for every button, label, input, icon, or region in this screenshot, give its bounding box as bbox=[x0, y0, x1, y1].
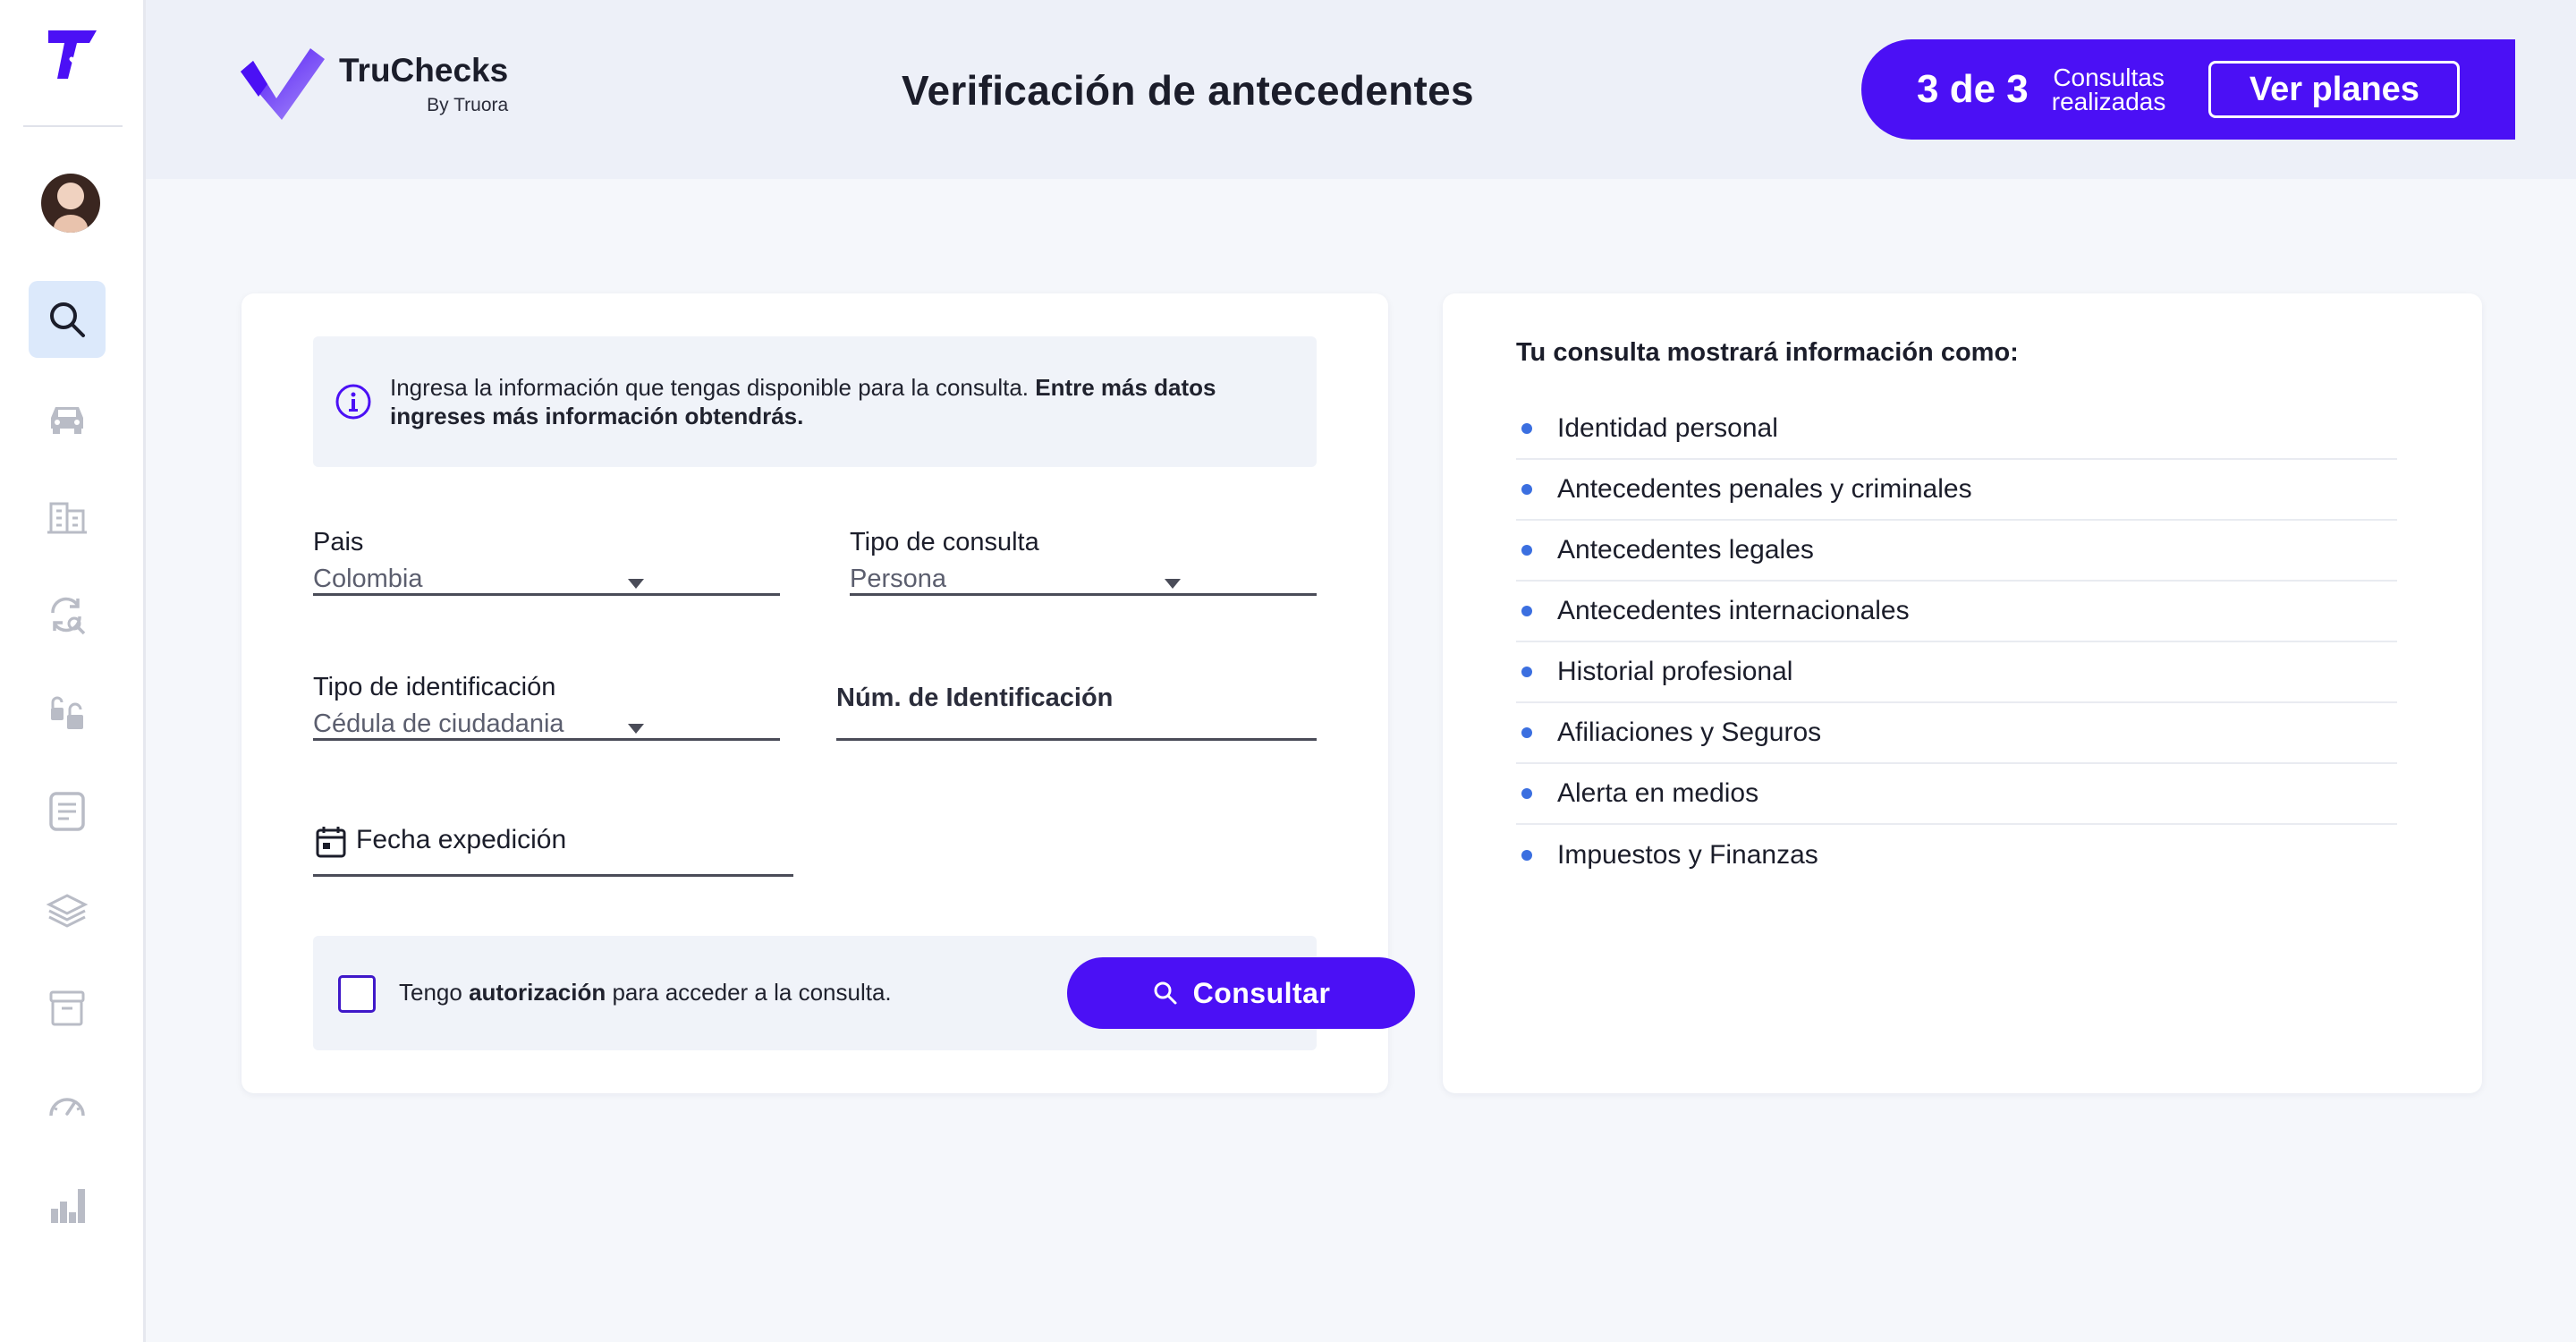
sidebar-item-recurrent[interactable] bbox=[29, 576, 106, 653]
sidebar-item-vehicles[interactable] bbox=[29, 379, 106, 456]
list-item: Alerta en medios bbox=[1516, 764, 2397, 825]
header: TruChecks By Truora Verificación de ante… bbox=[146, 0, 2576, 179]
archive-icon bbox=[49, 990, 85, 1026]
sidebar-item-archive[interactable] bbox=[29, 970, 106, 1047]
brand-subtitle: By Truora bbox=[427, 95, 509, 115]
speedometer-icon bbox=[49, 1098, 85, 1117]
results-info-list: Identidad personal Antecedentes penales … bbox=[1516, 399, 2397, 886]
chevron-down-icon bbox=[628, 724, 644, 734]
sidebar-item-reports[interactable] bbox=[29, 773, 106, 850]
list-item: Historial profesional bbox=[1516, 642, 2397, 703]
authorization-text[interactable]: Tengo autorización para acceder a la con… bbox=[399, 979, 892, 1007]
id-type-label: Tipo de identificación bbox=[313, 673, 556, 701]
chevron-down-icon bbox=[1165, 579, 1181, 589]
unlock-icon bbox=[51, 696, 83, 729]
refresh-search-icon bbox=[51, 597, 86, 635]
query-form-card: Ingresa la información que tengas dispon… bbox=[242, 293, 1415, 1093]
sidebar-item-score[interactable] bbox=[29, 1068, 106, 1145]
brand[interactable]: TruChecks By Truora bbox=[237, 45, 508, 123]
sidebar bbox=[0, 0, 146, 1342]
sidebar-divider bbox=[23, 125, 123, 127]
sidebar-item-statistics[interactable] bbox=[29, 1167, 106, 1244]
list-item: Identidad personal bbox=[1516, 399, 2397, 460]
list-item: Antecedentes legales bbox=[1516, 521, 2397, 582]
chevron-down-icon bbox=[628, 579, 644, 589]
sidebar-item-companies[interactable] bbox=[29, 478, 106, 555]
id-number-label: Núm. de Identificación bbox=[836, 684, 1114, 712]
id-number-input[interactable]: Núm. de Identificación bbox=[836, 684, 1317, 741]
issue-date-input[interactable]: Fecha expedición bbox=[313, 812, 793, 877]
sidebar-item-batch[interactable] bbox=[29, 871, 106, 948]
avatar[interactable] bbox=[41, 174, 100, 233]
query-type-value: Persona bbox=[850, 565, 947, 593]
country-select[interactable]: Pais Colombia bbox=[313, 528, 780, 596]
consult-button[interactable]: Consultar bbox=[1067, 957, 1415, 1029]
sidebar-item-search[interactable] bbox=[29, 281, 106, 358]
query-type-label: Tipo de consulta bbox=[850, 528, 1039, 556]
info-banner: Ingresa la información que tengas dispon… bbox=[313, 336, 1317, 467]
buildings-icon bbox=[47, 502, 87, 534]
info-text: Ingresa la información que tengas dispon… bbox=[390, 374, 1216, 429]
authorization-box: Tengo autorización para acceder a la con… bbox=[313, 936, 1415, 1050]
calendar-icon bbox=[316, 827, 346, 858]
id-type-select[interactable]: Tipo de identificación Cédula de ciudada… bbox=[313, 673, 780, 741]
results-info-title: Tu consulta mostrará información como: bbox=[1516, 338, 2019, 367]
sidebar-item-access[interactable] bbox=[29, 675, 106, 752]
search-icon bbox=[50, 302, 85, 337]
query-type-select[interactable]: Tipo de consulta Persona bbox=[850, 528, 1317, 596]
brand-name: TruChecks bbox=[339, 52, 509, 89]
plan-usage-label: Consultas realizadas bbox=[2051, 64, 2166, 115]
truora-logo-icon[interactable] bbox=[45, 27, 100, 82]
search-icon bbox=[1154, 981, 1177, 1005]
view-plans-button[interactable]: Ver planes bbox=[2208, 61, 2461, 118]
list-item: Antecedentes penales y criminales bbox=[1516, 460, 2397, 521]
document-icon bbox=[49, 792, 85, 831]
plan-usage-count: 3 de 3 bbox=[1917, 67, 2029, 111]
bar-chart-icon bbox=[51, 1189, 85, 1223]
layers-icon bbox=[46, 894, 89, 928]
list-item: Antecedentes internacionales bbox=[1516, 582, 2397, 642]
issue-date-label: Fecha expedición bbox=[356, 825, 567, 854]
country-label: Pais bbox=[313, 528, 364, 556]
car-icon bbox=[51, 407, 83, 434]
list-item: Impuestos y Finanzas bbox=[1516, 825, 2397, 886]
info-icon bbox=[335, 384, 371, 420]
country-value: Colombia bbox=[313, 565, 423, 593]
list-item: Afiliaciones y Seguros bbox=[1516, 703, 2397, 764]
plan-usage-banner: 3 de 3 Consultas realizadas Ver planes bbox=[1861, 39, 2515, 140]
id-type-value: Cédula de ciudadania bbox=[313, 709, 564, 738]
authorization-checkbox[interactable] bbox=[338, 975, 376, 1013]
page-title: Verificación de antecedentes bbox=[902, 67, 1474, 114]
results-info-card: Tu consulta mostrará información como: I… bbox=[1443, 293, 2482, 1093]
truchecks-logo-icon bbox=[241, 48, 325, 120]
